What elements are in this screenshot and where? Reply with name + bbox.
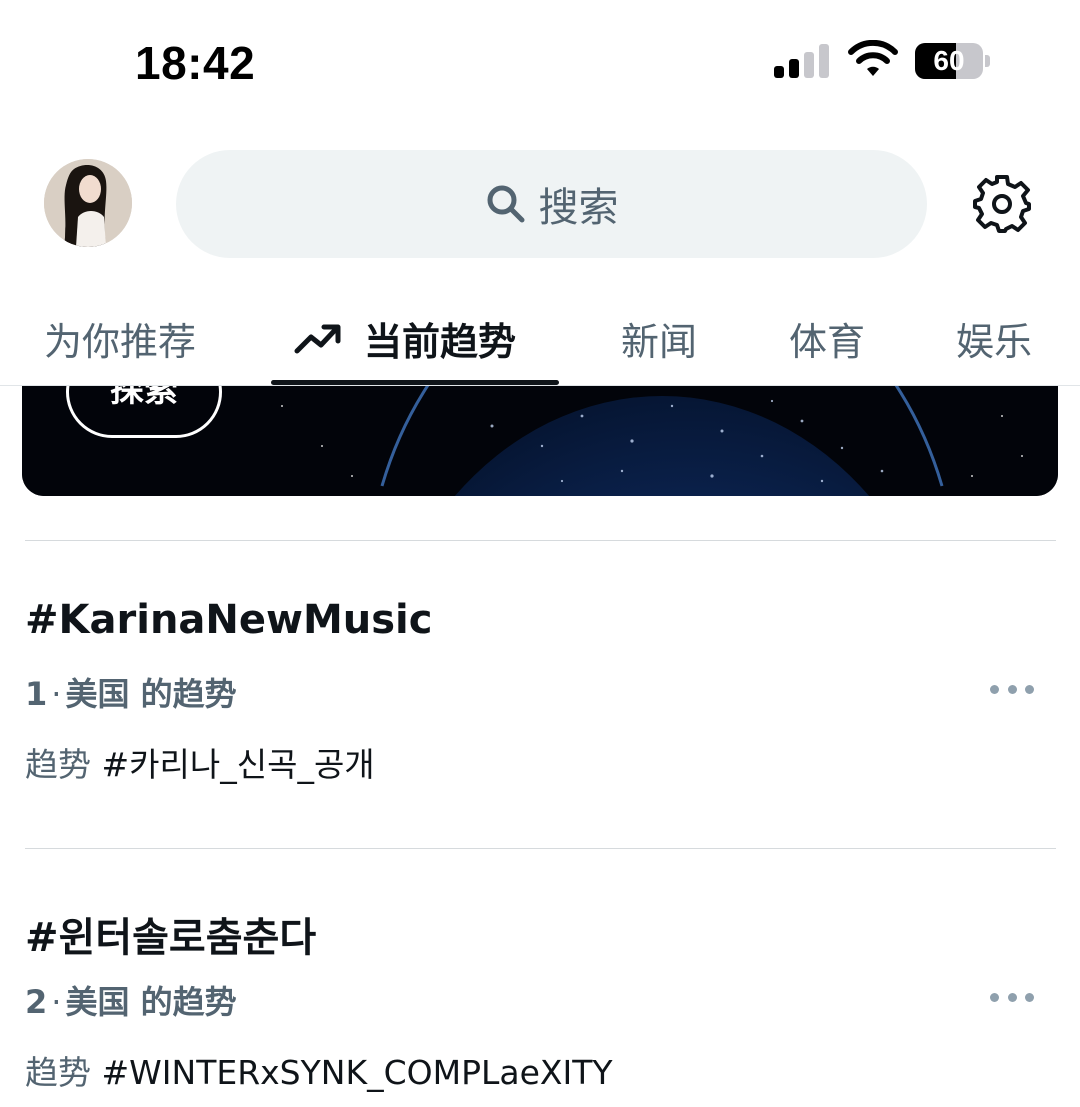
trend-title: #KarinaNewMusic [25,597,433,643]
explore-banner[interactable]: 探索 [22,386,1058,496]
trend-rank: 2 [25,983,48,1021]
search-input[interactable]: 搜索 [176,150,927,258]
trend-title: #윈터솔로춤춘다 [25,915,317,961]
tab-label: 体育 [789,319,866,364]
trend-related-label: 趋势 [25,1053,91,1092]
profile-avatar[interactable] [44,159,132,247]
status-time: 18:42 [135,37,256,89]
tab-for-you[interactable]: 为你推荐 [44,290,196,386]
trend-related-label: 趋势 [25,745,91,784]
separator: · [51,675,62,713]
wifi-icon [848,40,898,76]
category-tabs: 为你推荐 当前趋势 新闻 体育 娱乐 [0,290,1080,386]
trend-meta: 1 · 美国 的趋势 [25,669,237,715]
trend-rank: 1 [25,675,48,713]
avatar-image [44,159,132,247]
more-options-button[interactable] [990,679,1034,699]
search-icon [487,185,524,223]
tab-label: 当前趋势 [364,319,517,364]
tab-trending[interactable]: 当前趋势 [294,290,516,386]
gear-icon[interactable] [972,174,1032,234]
tab-news[interactable]: 新闻 [621,290,697,386]
tab-label: 为你推荐 [44,319,197,364]
search-placeholder: 搜索 [538,185,619,231]
trend-related: 趋势 #카리나_신곡_공개 [25,738,375,786]
status-bar: 18:42 60 [0,0,1080,120]
trending-icon [294,324,341,354]
battery-level: 60 [933,45,965,76]
trend-location: 美国 的趋势 [65,675,237,713]
separator: · [51,983,62,1021]
trend-location: 美国 的趋势 [65,983,237,1021]
cellular-signal-icon [774,44,830,78]
more-options-button[interactable] [990,987,1034,1007]
tab-entertainment[interactable]: 娱乐 [956,290,1032,386]
divider [25,540,1056,541]
trend-related-hashtag[interactable]: #WINTERxSYNK_COMPLaeXITY [102,1053,613,1092]
trend-related-hashtag[interactable]: #카리나_신곡_공개 [102,745,375,784]
battery-icon: 60 [915,43,993,79]
tab-sports[interactable]: 体育 [789,290,865,386]
trend-meta: 2 · 美国 的趋势 [25,977,237,1023]
tab-label: 新闻 [621,319,698,364]
divider [25,848,1056,849]
explore-button[interactable]: 探索 [66,386,222,438]
trend-related: 趋势 #WINTERxSYNK_COMPLaeXITY [25,1046,613,1094]
tab-label: 娱乐 [956,319,1033,364]
